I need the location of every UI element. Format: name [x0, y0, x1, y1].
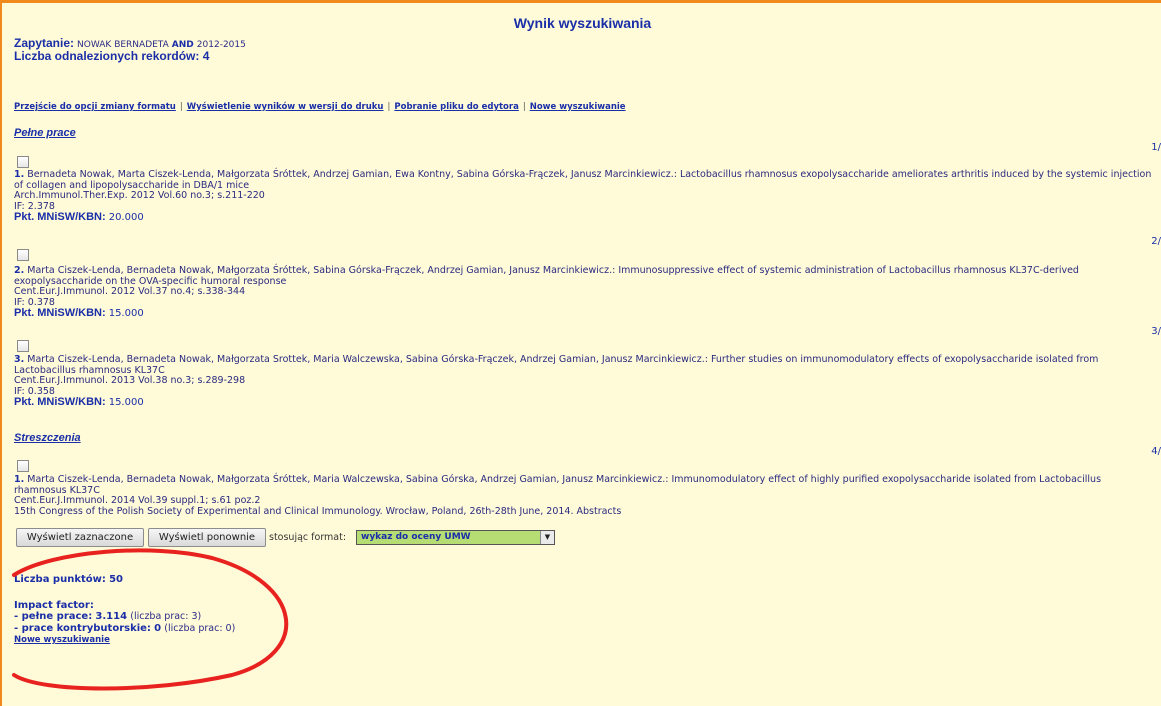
show-again-button[interactable]: Wyświetl ponownie: [148, 528, 266, 547]
record-citation: Marta Ciszek-Lenda, Bernadeta Nowak, Mał…: [14, 265, 1079, 287]
if-label: Impact factor:: [14, 600, 94, 611]
if-contrib-papers: - prace kontrybutorskie: 0 (liczba prac:…: [14, 623, 235, 634]
link-separator: |: [522, 102, 526, 112]
show-selected-button[interactable]: Wyświetl zaznaczone: [16, 528, 144, 547]
record-number: 1.: [14, 474, 25, 485]
record-journal: Cent.Eur.J.Immunol. 2014 Vol.39 suppl.1;…: [14, 495, 261, 506]
found-count: 4: [202, 49, 210, 63]
record-number: 1.: [14, 169, 25, 180]
page-title: Wynik wyszukiwania: [513, 15, 652, 31]
record-checkbox[interactable]: [17, 156, 29, 168]
record-points-value: 15.000: [108, 397, 144, 408]
section-link-full-papers[interactable]: Pełne prace: [14, 127, 76, 139]
record-citation: Marta Ciszek-Lenda, Bernadeta Nowak, Mał…: [14, 474, 1102, 496]
format-select-value: wykaz do oceny UMW: [361, 532, 471, 542]
record-index: 4/: [1151, 446, 1161, 457]
record-item: 1. Marta Ciszek-Lenda, Bernadeta Nowak, …: [14, 474, 1154, 517]
record-points-value: 20.000: [108, 212, 144, 223]
format-select[interactable]: wykaz do oceny UMW ▼: [356, 530, 555, 545]
record-points-label: Pkt. MNiSW/KBN:: [14, 307, 106, 319]
record-number: 3.: [14, 354, 25, 365]
record-journal: Cent.Eur.J.Immunol. 2013 Vol.38 no.3; s.…: [14, 375, 246, 386]
record-checkbox[interactable]: [17, 249, 29, 261]
record-points-label: Pkt. MNiSW/KBN:: [14, 211, 106, 223]
section-full-papers: Pełne prace: [14, 127, 76, 139]
results-page: Wynik wyszukiwania Zapytanie: NOWAK BERN…: [0, 0, 1161, 706]
record-checkbox[interactable]: [17, 460, 29, 472]
query-label: Zapytanie:: [14, 36, 75, 50]
if-contrib-count: (liczba prac: 0): [164, 623, 236, 634]
record-journal: Cent.Eur.J.Immunol. 2012 Vol.37 no.4; s.…: [14, 286, 246, 297]
dropdown-arrow-icon[interactable]: ▼: [540, 531, 554, 544]
record-index: 1/: [1151, 142, 1161, 153]
record-journal: Arch.Immunol.Ther.Exp. 2012 Vol.60 no.3;…: [14, 190, 265, 201]
if-full-count: (liczba prac: 3): [130, 611, 202, 622]
points-total: Liczba punktów: 50: [14, 574, 123, 585]
record-item: 1. Bernadeta Nowak, Marta Ciszek-Lenda, …: [14, 169, 1154, 224]
record-number: 2.: [14, 265, 25, 276]
if-full-label: - pełne prace:: [14, 611, 93, 622]
record-impact-factor: IF: 0.378: [14, 296, 55, 308]
if-contrib-value: 0: [154, 623, 162, 634]
format-label: stosując format:: [269, 532, 347, 543]
link-print-version[interactable]: Wyświetlenie wyników w wersji do druku: [187, 102, 384, 112]
link-change-format[interactable]: Przejście do opcji zmiany formatu: [14, 102, 176, 112]
record-citation: Bernadeta Nowak, Marta Ciszek-Lenda, Mał…: [14, 169, 1152, 191]
record-item: 2. Marta Ciszek-Lenda, Bernadeta Nowak, …: [14, 265, 1154, 320]
record-index: 2/: [1151, 236, 1161, 247]
found-count-line: Liczba odnalezionych rekordów: 4: [14, 49, 209, 63]
record-points-value: 15.000: [108, 308, 144, 319]
link-separator: |: [179, 102, 183, 112]
record-citation: Marta Ciszek-Lenda, Bernadeta Nowak, Mał…: [14, 354, 1099, 376]
link-download-file[interactable]: Pobranie pliku do edytora: [394, 102, 518, 112]
record-impact-factor: IF: 0.358: [14, 385, 55, 397]
record-item: 3. Marta Ciszek-Lenda, Bernadeta Nowak, …: [14, 354, 1154, 409]
found-label: Liczba odnalezionych rekordów:: [14, 49, 200, 63]
points-value: 50: [109, 574, 123, 585]
section-abstracts: Streszczenia: [14, 432, 81, 444]
query-line: Zapytanie: NOWAK BERNADETA AND 2012-2015: [14, 36, 246, 50]
new-search-bottom: Nowe wyszukiwanie: [14, 635, 110, 645]
if-full-value: 3.114: [95, 611, 128, 622]
record-impact-factor: IF: 2.378: [14, 200, 55, 212]
new-search-link[interactable]: Nowe wyszukiwanie: [14, 635, 110, 645]
record-points-label: Pkt. MNiSW/KBN:: [14, 396, 106, 408]
link-new-search[interactable]: Nowe wyszukiwanie: [530, 102, 626, 112]
impact-factor-heading: Impact factor:: [14, 600, 94, 611]
if-full-papers: - pełne prace: 3.114 (liczba prac: 3): [14, 611, 201, 622]
record-index: 3/: [1151, 326, 1161, 337]
points-label: Liczba punktów:: [14, 574, 106, 585]
section-link-abstracts[interactable]: Streszczenia: [14, 432, 81, 444]
if-contrib-label: - prace kontrybutorskie:: [14, 623, 151, 634]
link-separator: |: [387, 102, 391, 112]
action-links: Przejście do opcji zmiany formatu | Wyświe…: [14, 102, 626, 112]
record-checkbox[interactable]: [17, 340, 29, 352]
record-conference: 15th Congress of the Polish Society of E…: [14, 505, 622, 517]
